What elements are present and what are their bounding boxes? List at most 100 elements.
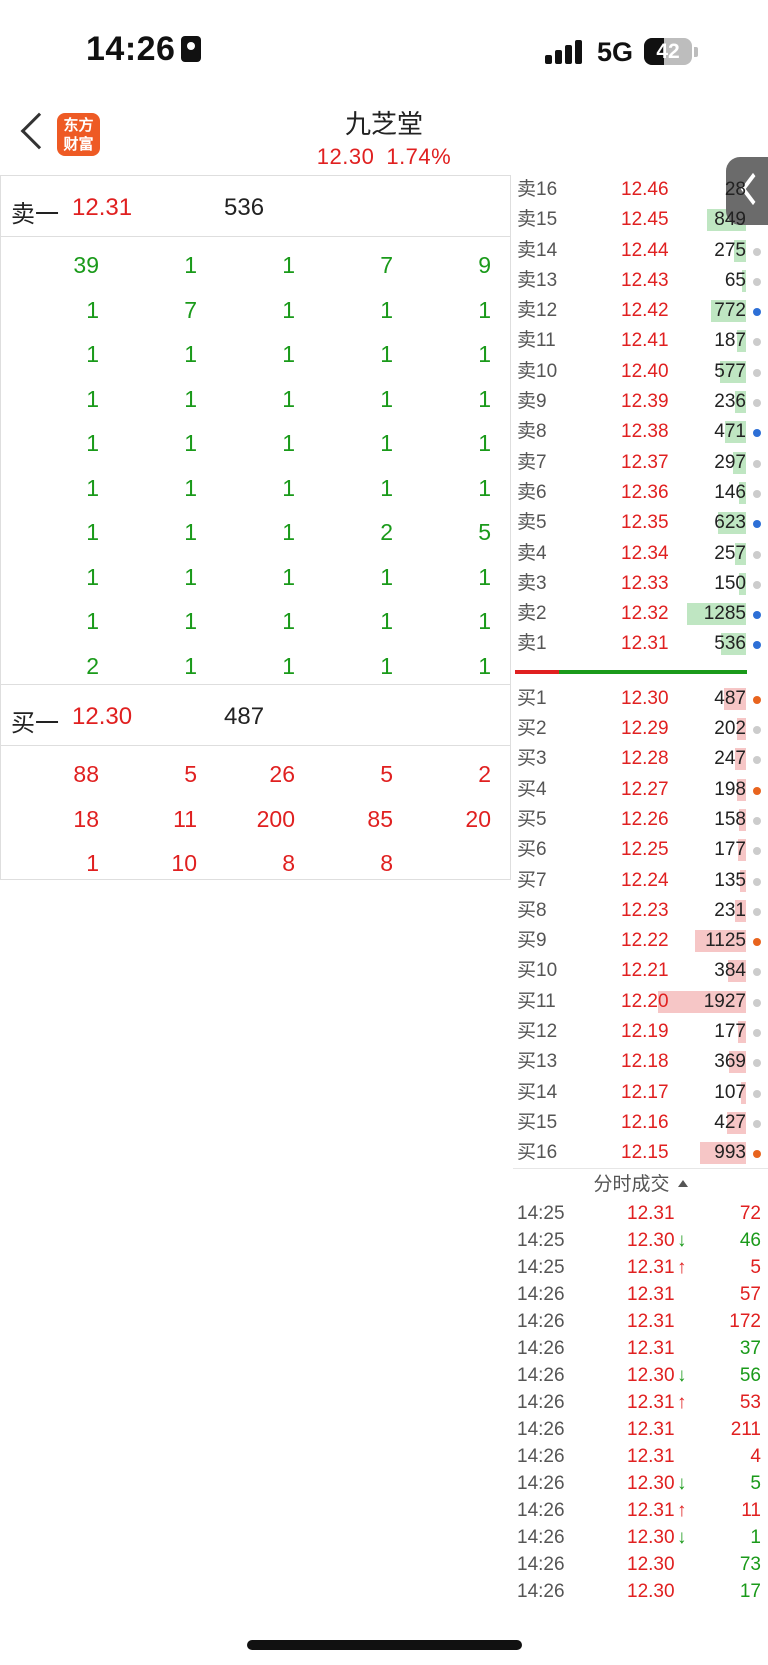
status-dot-icon bbox=[753, 756, 761, 765]
queue-cell: 26 bbox=[269, 761, 295, 787]
bid-level-row[interactable]: 买11 12.20 1927 bbox=[513, 987, 768, 1017]
ask-level-volume: 150 bbox=[714, 572, 746, 594]
ask-level-price: 12.31 bbox=[621, 633, 669, 655]
ask-level-label: 卖9 bbox=[517, 391, 547, 413]
bid-level-row[interactable]: 买6 12.25 177 bbox=[513, 835, 768, 865]
queue-cell: 1 bbox=[282, 474, 295, 501]
bid-level-row[interactable]: 买13 12.18 369 bbox=[513, 1047, 768, 1077]
bid-level-row[interactable]: 买14 12.17 107 bbox=[513, 1078, 768, 1108]
ask-level-row[interactable]: 卖8 12.38 471 bbox=[513, 417, 768, 447]
status-dot-icon bbox=[753, 998, 761, 1007]
queue-cell: 1 bbox=[184, 474, 197, 501]
home-indicator[interactable] bbox=[247, 1640, 522, 1650]
bid-level-price: 12.27 bbox=[621, 778, 669, 800]
ask-level-row[interactable]: 卖3 12.33 150 bbox=[513, 569, 768, 599]
bid-level-row[interactable]: 买7 12.24 135 bbox=[513, 866, 768, 896]
sell-queue-grid: 39 1 1 7 9 1 7 1 1 1 1 1 1 1 1 1 1 1 1 1 1 1 1 1 1 1 1 1 1 1 1 1 1 2 5 1 1 1 1… bbox=[1, 237, 510, 685]
ask-level-row[interactable]: 卖4 12.34 257 bbox=[513, 539, 768, 569]
queue-row: 1 1 1 1 1 bbox=[1, 599, 510, 644]
queue-row: 1 10 8 8 bbox=[1, 841, 510, 886]
ask-level-volume: 275 bbox=[714, 239, 746, 261]
queue-cell: 1 bbox=[478, 474, 491, 501]
queue-cell: 85 bbox=[367, 805, 393, 832]
ask-level-row[interactable]: 卖14 12.44 275 bbox=[513, 236, 768, 266]
ask-level-volume: 536 bbox=[714, 633, 746, 655]
status-time: 14:26 bbox=[86, 30, 202, 69]
bid-level-row[interactable]: 买2 12.29 202 bbox=[513, 714, 768, 744]
trade-direction-arrow-icon: ↑ bbox=[677, 1257, 687, 1278]
bid-level-price: 12.20 bbox=[621, 990, 669, 1012]
time-trades-panel[interactable]: 分时成交 14:25 12.31 72 14:25 12.30 ↓ 46 14:25 12.31… bbox=[513, 1168, 768, 1605]
bid-level-row[interactable]: 买1 12.30 487 bbox=[513, 684, 768, 714]
bid-level-row[interactable]: 买10 12.21 384 bbox=[513, 956, 768, 986]
ask-level-row[interactable]: 卖15 12.45 849 bbox=[513, 205, 768, 235]
queue-cell: 2 bbox=[86, 652, 99, 679]
trade-volume: 11 bbox=[741, 1500, 761, 1521]
trade-row: 14:26 12.31 ↑ 11 bbox=[513, 1497, 768, 1524]
trade-time: 14:26 bbox=[517, 1419, 565, 1440]
ask-level-row[interactable]: 卖10 12.40 577 bbox=[513, 357, 768, 387]
ask-level-volume: 187 bbox=[714, 330, 746, 352]
ask-level-label: 卖4 bbox=[517, 542, 547, 564]
status-dot-icon bbox=[753, 611, 761, 620]
buy-queue-grid: 88 5 26 5 2 18 11 200 85 20 1 10 8 8 bbox=[1, 746, 510, 886]
status-dot-icon bbox=[753, 459, 761, 468]
queue-cell: 1 bbox=[184, 519, 197, 545]
ask-level-row[interactable]: 卖16 12.46 28 bbox=[513, 175, 768, 205]
bid-level-row[interactable]: 买3 12.28 247 bbox=[513, 744, 768, 774]
queue-cell: 1 bbox=[478, 608, 491, 634]
bid-level-row[interactable]: 买8 12.23 231 bbox=[513, 896, 768, 926]
trade-row: 14:26 12.30 73 bbox=[513, 1551, 768, 1578]
ask-level-row[interactable]: 卖1 12.31 536 bbox=[513, 629, 768, 659]
bid-level-row[interactable]: 买15 12.16 427 bbox=[513, 1108, 768, 1138]
ask-level-row[interactable]: 卖2 12.32 1285 bbox=[513, 599, 768, 629]
queue-cell: 1 bbox=[184, 563, 197, 590]
bid-level-price: 12.18 bbox=[621, 1051, 669, 1073]
ask-level-row[interactable]: 卖5 12.35 623 bbox=[513, 508, 768, 538]
ask-level-price: 12.36 bbox=[621, 481, 669, 503]
bid-level-row[interactable]: 买5 12.26 158 bbox=[513, 805, 768, 835]
queue-cell: 7 bbox=[380, 252, 393, 278]
ask-level-row[interactable]: 卖12 12.42 772 bbox=[513, 296, 768, 326]
ask-level-row[interactable]: 卖7 12.37 297 bbox=[513, 448, 768, 478]
bid-level-label: 买12 bbox=[517, 1021, 558, 1043]
queue-cell: 1 bbox=[184, 385, 197, 412]
ask-level-row[interactable]: 卖6 12.36 146 bbox=[513, 478, 768, 508]
queue-cell: 88 bbox=[73, 761, 99, 787]
bid-level-row[interactable]: 买16 12.15 993 bbox=[513, 1138, 768, 1168]
ask-level-row[interactable]: 卖13 12.43 65 bbox=[513, 266, 768, 296]
bid-level-volume: 202 bbox=[714, 718, 746, 740]
bid-level-label: 买9 bbox=[517, 930, 547, 952]
order-book-depth[interactable]: 卖16 12.46 28 卖15 12.45 849 卖14 12.44 275 卖13 12.43… bbox=[513, 175, 768, 1169]
trade-volume: 72 bbox=[739, 1203, 761, 1224]
trades-title-text: 分时成交 bbox=[593, 1174, 670, 1195]
trade-row: 14:26 12.30 ↓ 56 bbox=[513, 1362, 768, 1389]
ask-level-price: 12.42 bbox=[621, 300, 669, 322]
trades-title[interactable]: 分时成交 bbox=[513, 1168, 768, 1200]
buy-one-header: 买一 12.30 487 bbox=[1, 685, 510, 746]
queue-cell: 1 bbox=[282, 430, 295, 456]
trade-price: 12.30 bbox=[627, 1527, 675, 1548]
order-queue-panel: 卖一 12.31 536 39 1 1 7 9 1 7 1 1 1 1 1 1 1 1 1 1 1 1 1 1 1 1 1 1 1… bbox=[0, 175, 511, 880]
trade-row: 14:26 12.30 ↓ 1 bbox=[513, 1524, 768, 1551]
bid-level-label: 买13 bbox=[517, 1051, 558, 1073]
current-price: 12.30 bbox=[316, 144, 375, 169]
bid-level-row[interactable]: 买9 12.22 1125 bbox=[513, 926, 768, 956]
status-dot-icon bbox=[753, 308, 761, 317]
status-dot-icon bbox=[753, 1059, 761, 1068]
status-dot-icon bbox=[753, 1119, 761, 1128]
ask-level-volume: 146 bbox=[714, 481, 746, 503]
bid-level-row[interactable]: 买12 12.19 177 bbox=[513, 1017, 768, 1047]
ask-level-volume: 849 bbox=[714, 209, 746, 231]
bid-level-row[interactable]: 买4 12.27 198 bbox=[513, 775, 768, 805]
ask-level-price: 12.43 bbox=[621, 269, 669, 291]
status-dot-icon bbox=[753, 695, 761, 704]
status-dot-icon bbox=[753, 338, 761, 347]
queue-row: 1 1 1 2 5 bbox=[1, 510, 510, 555]
queue-cell: 1 bbox=[86, 430, 99, 456]
ask-level-row[interactable]: 卖9 12.39 236 bbox=[513, 387, 768, 417]
ask-level-row[interactable]: 卖11 12.41 187 bbox=[513, 326, 768, 356]
trade-time: 14:26 bbox=[517, 1473, 565, 1494]
queue-cell: 1 bbox=[478, 430, 491, 456]
caret-up-icon bbox=[677, 1180, 688, 1187]
